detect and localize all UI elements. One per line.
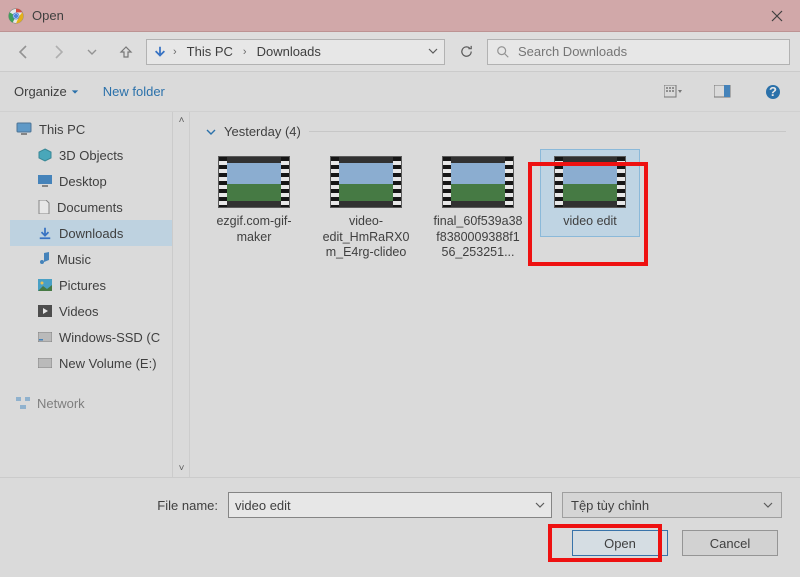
video-icon [38,305,52,317]
refresh-button[interactable] [451,39,481,65]
sidebar-3d-objects[interactable]: 3D Objects [10,142,189,168]
network-icon [16,397,30,409]
file-name: ezgif.com-gif-maker [209,214,299,245]
pc-icon [16,122,32,136]
open-button[interactable]: Open [572,530,668,556]
sidebar-item-label: Downloads [59,226,123,241]
sidebar-downloads[interactable]: Downloads [10,220,189,246]
nav-bar: › This PC › Downloads [0,32,800,72]
sidebar-item-label: Pictures [59,278,106,293]
group-header[interactable]: Yesterday (4) [206,124,786,139]
file-item[interactable]: final_60f539a38f8380009388f156_253251... [428,149,528,268]
back-button[interactable] [10,38,38,66]
sidebar-documents[interactable]: Documents [10,194,189,220]
file-name: video edit [545,214,635,230]
sidebar-network[interactable]: Network [10,390,189,416]
open-label: Open [604,536,636,551]
recent-dropdown[interactable] [78,38,106,66]
scroll-up-icon[interactable]: ˄ [173,112,190,129]
cancel-button[interactable]: Cancel [682,530,778,556]
cube-icon [38,148,52,162]
sidebar-item-label: Documents [57,200,123,215]
down-arrow-icon [153,45,167,59]
file-item[interactable]: ezgif.com-gif-maker [204,149,304,252]
file-item[interactable]: video-edit_HmRaRX0m_E4rg-clideo [316,149,416,268]
drive-icon [38,358,52,368]
drive-icon [38,332,52,342]
help-button[interactable]: ? [760,79,786,105]
organize-label: Organize [14,84,67,99]
music-icon [38,252,50,266]
view-mode-button[interactable] [660,79,686,105]
sidebar-item-label: This PC [39,122,85,137]
window-title: Open [32,8,64,23]
file-name: final_60f539a38f8380009388f156_253251... [433,214,523,261]
address-dropdown[interactable] [428,44,438,59]
download-icon [38,226,52,240]
sidebar-new-volume[interactable]: New Volume (E:) [10,350,189,376]
video-thumb-icon [554,156,626,208]
sidebar-item-label: Windows-SSD (C [59,330,160,345]
preview-pane-button[interactable] [710,79,736,105]
desktop-icon [38,175,52,187]
search-box[interactable] [487,39,790,65]
close-button[interactable] [754,0,800,32]
sidebar-item-label: Videos [59,304,99,319]
chevron-right-icon: › [173,46,177,58]
title-bar: Open [0,0,800,32]
sidebar: This PC 3D Objects Desktop Documents Dow… [0,112,190,477]
sidebar-item-label: Desktop [59,174,107,189]
sidebar-videos[interactable]: Videos [10,298,189,324]
sidebar-item-label: 3D Objects [59,148,123,163]
up-button[interactable] [112,38,140,66]
scroll-down-icon[interactable]: ˅ [173,460,190,477]
cancel-label: Cancel [710,536,750,551]
sidebar-desktop[interactable]: Desktop [10,168,189,194]
file-item-selected[interactable]: video edit [540,149,640,237]
chevron-right-icon: › [243,46,247,58]
group-label: Yesterday (4) [224,124,301,139]
sidebar-this-pc[interactable]: This PC [10,116,189,142]
breadcrumb-folder[interactable]: Downloads [253,44,325,59]
filename-dropdown[interactable] [535,498,545,513]
sidebar-pictures[interactable]: Pictures [10,272,189,298]
video-thumb-icon [218,156,290,208]
sidebar-scrollbar[interactable]: ˄˅ [172,112,189,477]
video-thumb-icon [442,156,514,208]
sidebar-item-label: New Volume (E:) [59,356,157,371]
search-icon [496,45,510,59]
dialog-footer: File name: video edit Tệp tùy chỉnh Open… [0,477,800,577]
filetype-dropdown-icon [763,498,773,513]
sidebar-music[interactable]: Music [10,246,189,272]
svg-text:?: ? [769,84,777,99]
new-folder-button[interactable]: New folder [103,84,165,99]
document-icon [38,200,50,214]
file-name: video-edit_HmRaRX0m_E4rg-clideo [321,214,411,261]
forward-button[interactable] [44,38,72,66]
filename-value: video edit [235,498,291,513]
sidebar-item-label: Music [57,252,91,267]
address-bar[interactable]: › This PC › Downloads [146,39,445,65]
filename-label: File name: [18,498,218,513]
pictures-icon [38,279,52,291]
toolbar: Organize New folder ? [0,72,800,112]
chevron-down-icon [206,127,216,137]
search-input[interactable] [518,44,781,59]
video-thumb-icon [330,156,402,208]
breadcrumb-root[interactable]: This PC [183,44,237,59]
filetype-value: Tệp tùy chỉnh [571,498,649,513]
sidebar-item-label: Network [37,396,85,411]
filename-field[interactable]: video edit [228,492,552,518]
organize-menu[interactable]: Organize [14,84,79,99]
file-pane: Yesterday (4) ezgif.com-gif-maker video-… [190,112,800,477]
sidebar-windows-ssd[interactable]: Windows-SSD (C [10,324,189,350]
filetype-select[interactable]: Tệp tùy chỉnh [562,492,782,518]
chrome-icon [8,8,24,24]
